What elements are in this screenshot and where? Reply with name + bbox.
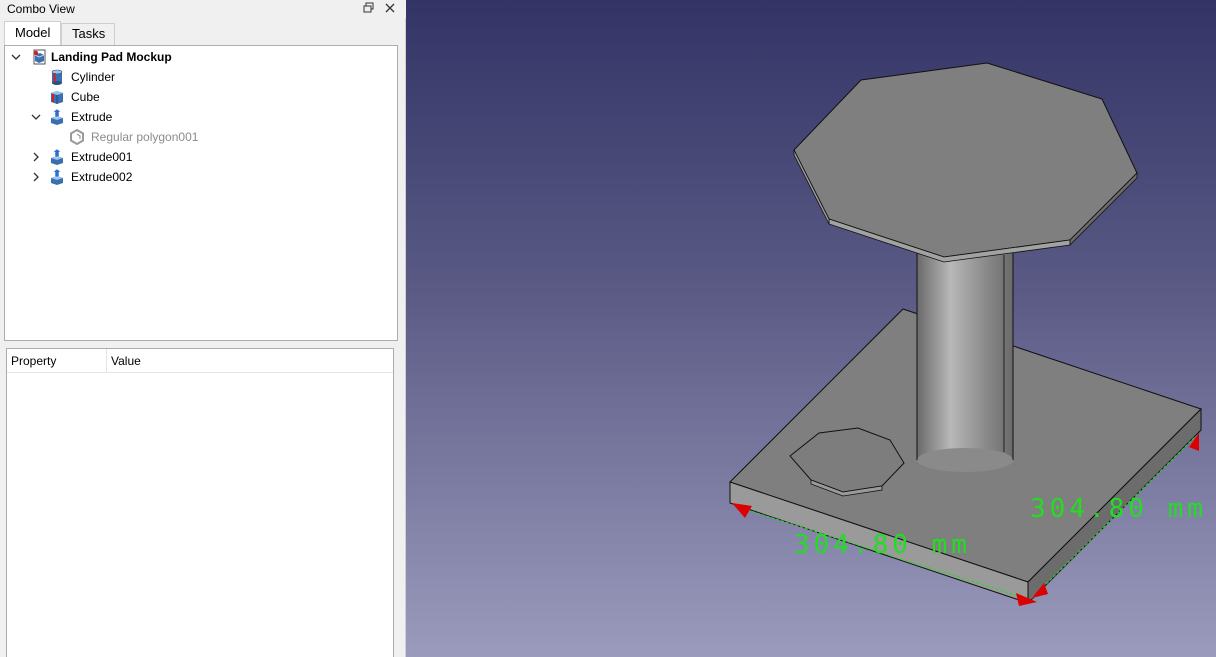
dimension-side-label: 304.80 mm [1030, 494, 1207, 524]
model-tree: Landing Pad Mockup Cylinder Cube Extrude… [4, 45, 398, 341]
combo-tabs: Model Tasks [4, 21, 404, 46]
chevron-down-icon[interactable] [31, 112, 41, 122]
extrude-icon [51, 109, 63, 125]
tree-item-label: Cube [71, 90, 100, 104]
document-icon [33, 49, 46, 65]
chevron-right-icon[interactable] [31, 152, 41, 162]
tree-item-extrude001[interactable]: Extrude001 [11, 147, 391, 167]
cylinder-column[interactable] [916, 250, 1014, 472]
tree-item-cylinder[interactable]: Cylinder [11, 67, 391, 87]
tree-item-cube[interactable]: Cube [11, 87, 391, 107]
combo-view-panel: Combo View Model Tasks Landing Pad Mocku… [0, 0, 406, 657]
tree-item-extrude002[interactable]: Extrude002 [11, 167, 391, 187]
3d-viewport[interactable]: 304.80 mm 304.80 mm [406, 0, 1216, 657]
tree-item-label: Extrude [71, 110, 113, 124]
column-header-property[interactable]: Property [11, 354, 56, 368]
extrude-icon [51, 169, 63, 185]
extrude-icon [51, 149, 63, 165]
tab-tasks[interactable]: Tasks [61, 23, 115, 45]
freecad-window: Combo View Model Tasks Landing Pad Mocku… [0, 0, 1216, 657]
top-octagon-platform[interactable] [793, 62, 1138, 263]
dimension-front-label: 304.80 mm [794, 530, 971, 560]
tree-item-extrude[interactable]: Extrude [11, 107, 391, 127]
chevron-down-icon[interactable] [11, 52, 21, 62]
tree-item-root[interactable]: Landing Pad Mockup [11, 47, 391, 67]
property-editor: Property Value [6, 348, 394, 657]
property-header: Property Value [7, 349, 393, 373]
combo-view-title: Combo View [7, 2, 75, 16]
column-divider[interactable] [106, 349, 107, 373]
tree-item-label: Regular polygon001 [91, 130, 199, 144]
cylinder-icon [51, 69, 63, 85]
combo-view-titlebar: Combo View [0, 0, 406, 18]
tree-item-regular-polygon001[interactable]: Regular polygon001 [11, 127, 391, 147]
tab-model[interactable]: Model [4, 21, 61, 46]
tree-item-label: Cylinder [71, 70, 116, 84]
column-header-value[interactable]: Value [111, 354, 141, 368]
cube-icon [51, 91, 63, 104]
close-icon[interactable] [383, 1, 397, 15]
scene-canvas[interactable]: 304.80 mm 304.80 mm [406, 0, 1216, 657]
chevron-right-icon[interactable] [31, 172, 41, 182]
float-icon[interactable] [362, 1, 376, 15]
polygon-icon [70, 129, 84, 145]
tree-item-label: Extrude002 [71, 170, 133, 184]
tree-item-label: Extrude001 [71, 150, 133, 164]
tree-item-label: Landing Pad Mockup [51, 50, 172, 64]
